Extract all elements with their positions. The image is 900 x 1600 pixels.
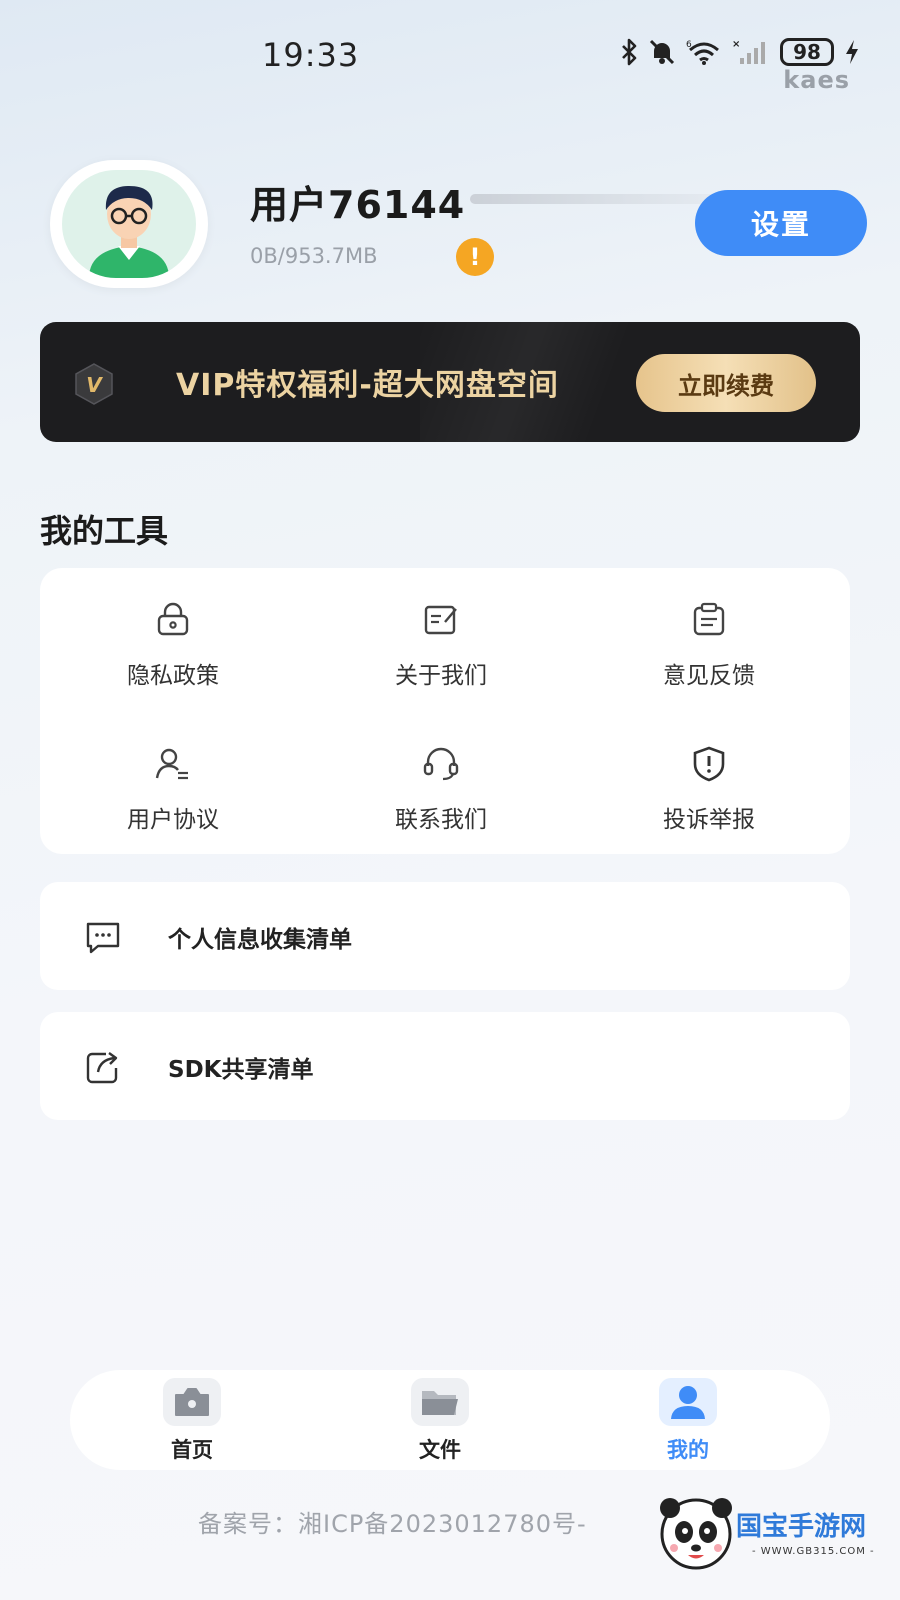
profile-header: 用户76144 0B/953.7MB ! 设置 bbox=[50, 160, 867, 290]
settings-button[interactable]: 设置 bbox=[695, 190, 867, 256]
tool-report[interactable]: 投诉举报 bbox=[584, 744, 834, 834]
signal-icon: × bbox=[732, 39, 765, 64]
tool-feedback[interactable]: 意见反馈 bbox=[584, 600, 834, 690]
lock-icon bbox=[157, 602, 189, 636]
charging-icon bbox=[846, 40, 858, 64]
tools-section-title: 我的工具 bbox=[40, 512, 169, 550]
list-item-sdk-share[interactable]: SDK共享清单 bbox=[40, 1012, 850, 1120]
renew-button[interactable]: 立即续费 bbox=[636, 354, 816, 412]
tab-label: 首页 bbox=[171, 1438, 213, 1462]
tab-home[interactable]: 首页 bbox=[132, 1378, 252, 1464]
shield-alert-icon bbox=[693, 746, 725, 782]
site-watermark: 国宝手游网 - WWW.GB315.COM - bbox=[652, 1488, 880, 1592]
avatar-illustration bbox=[62, 170, 196, 278]
headset-icon bbox=[423, 747, 459, 781]
panda-logo-icon bbox=[660, 1498, 732, 1570]
tool-label: 用户协议 bbox=[127, 807, 219, 833]
vip-banner[interactable]: V VIP特权福利-超大网盘空间 立即续费 bbox=[40, 322, 860, 442]
tool-label: 隐私政策 bbox=[127, 663, 219, 689]
edit-note-icon bbox=[424, 605, 457, 635]
username-divider bbox=[470, 194, 740, 204]
username: 用户76144 bbox=[250, 183, 466, 227]
status-time: 19:33 bbox=[262, 36, 360, 74]
battery-icon: 98 bbox=[780, 38, 834, 66]
tab-label: 文件 bbox=[419, 1438, 461, 1462]
chat-dots-icon bbox=[86, 922, 120, 954]
home-camera-icon bbox=[163, 1378, 221, 1426]
bluetooth-icon bbox=[622, 38, 637, 66]
icp-footer: 备案号：湘ICP备2023012780号- bbox=[198, 1510, 587, 1538]
wifi-icon: 6 bbox=[686, 40, 719, 65]
status-brand: kaes bbox=[783, 66, 850, 94]
vip-badge-icon: V bbox=[75, 363, 113, 405]
watermark-url: - WWW.GB315.COM - bbox=[752, 1546, 875, 1557]
tool-contact-us[interactable]: 联系我们 bbox=[316, 744, 566, 834]
tool-label: 联系我们 bbox=[395, 807, 487, 833]
tools-grid: 隐私政策 关于我们 意见反馈 用户协议 联系我们 投诉举报 bbox=[40, 568, 850, 854]
tool-about-us[interactable]: 关于我们 bbox=[316, 600, 566, 690]
clipboard-icon bbox=[693, 602, 725, 636]
tool-label: 意见反馈 bbox=[663, 663, 755, 689]
tool-privacy-policy[interactable]: 隐私政策 bbox=[48, 600, 298, 690]
tab-mine[interactable]: 我的 bbox=[628, 1378, 748, 1464]
status-bar: 19:33 6 × 98 kaes bbox=[0, 0, 900, 110]
tab-label: 我的 bbox=[667, 1438, 709, 1462]
tool-label: 关于我们 bbox=[395, 663, 487, 689]
svg-text:V: V bbox=[86, 373, 103, 397]
user-doc-icon bbox=[155, 748, 188, 780]
tool-label: 投诉举报 bbox=[663, 807, 755, 833]
bottom-tab-bar: 首页 文件 我的 bbox=[70, 1370, 830, 1470]
status-icons: 6 × 98 bbox=[620, 38, 860, 66]
storage-usage: 0B/953.7MB bbox=[250, 244, 378, 268]
share-icon bbox=[86, 1052, 118, 1084]
list-item-label: SDK共享清单 bbox=[168, 1057, 314, 1083]
person-icon bbox=[659, 1378, 717, 1426]
vip-banner-text: VIP特权福利-超大网盘空间 bbox=[176, 368, 559, 403]
watermark-site-name: 国宝手游网 bbox=[736, 1512, 867, 1542]
warning-icon[interactable]: ! bbox=[456, 238, 494, 276]
svg-text:×: × bbox=[732, 39, 740, 50]
mute-bell-icon bbox=[649, 39, 675, 65]
folder-icon bbox=[411, 1378, 469, 1426]
avatar[interactable] bbox=[50, 160, 208, 288]
tab-files[interactable]: 文件 bbox=[380, 1378, 500, 1464]
list-item-label: 个人信息收集清单 bbox=[168, 927, 352, 953]
list-item-personal-info[interactable]: 个人信息收集清单 bbox=[40, 882, 850, 990]
tool-user-agreement[interactable]: 用户协议 bbox=[48, 744, 298, 834]
